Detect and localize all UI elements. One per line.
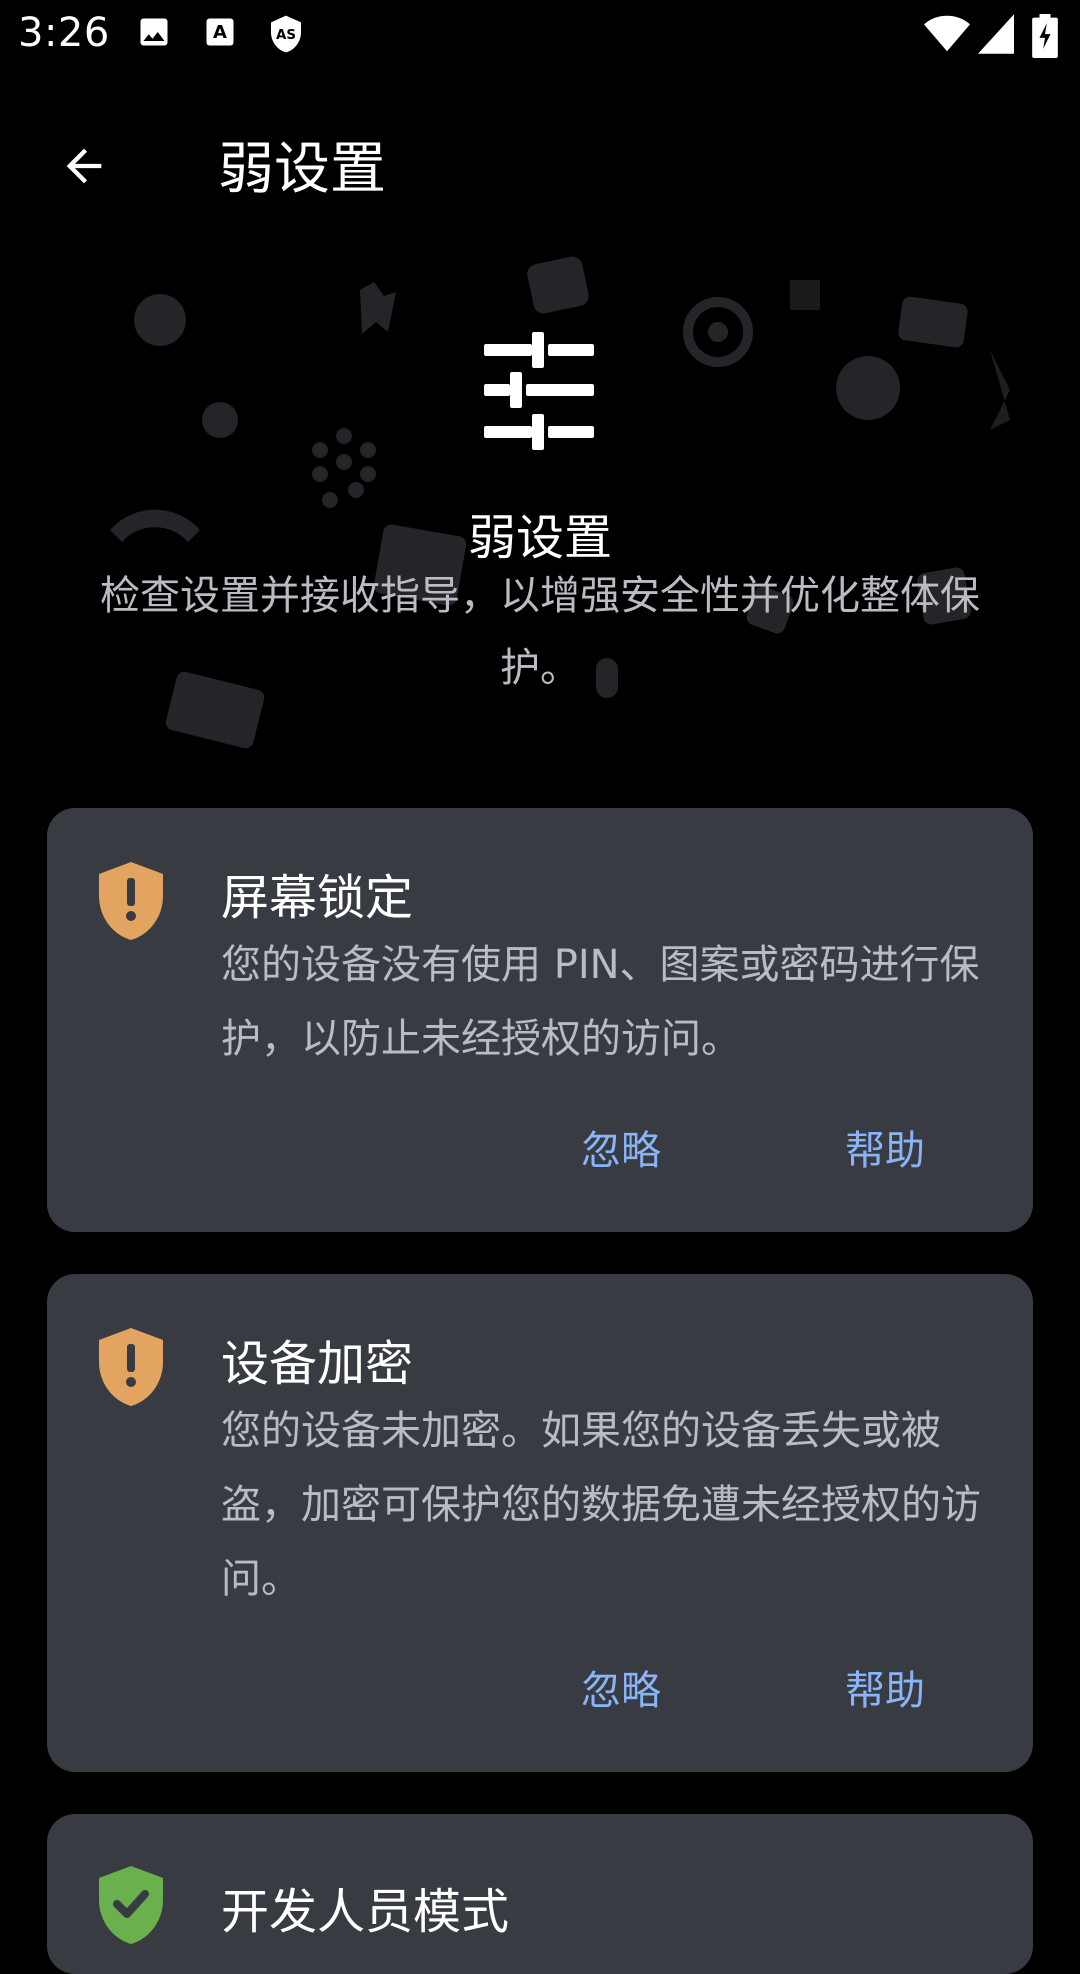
card-title: 屏幕锁定 (221, 870, 414, 926)
hero-title: 弱设置 (467, 510, 612, 566)
card-device-encryption: 设备加密 您的设备未加密。如果您的设备丢失或被盗，加密可保护您的数据免遭未经授权… (47, 1274, 1033, 1772)
card-description: 您的设备未加密。如果您的设备丢失或被盗，加密可保护您的数据免遭未经授权的访问。 (221, 1408, 981, 1602)
help-button[interactable]: 帮助 (825, 1110, 945, 1184)
text-a-icon: A (202, 14, 238, 54)
tune-sliders-icon (480, 332, 600, 456)
ignore-button[interactable]: 忽略 (561, 1650, 681, 1724)
back-button[interactable] (44, 126, 124, 206)
card-developer-mode: 开发人员模式 (47, 1814, 1033, 1974)
hero-description: 检查设置并接收指导，以增强安全性并优化整体保护。 (100, 573, 980, 691)
card-screen-lock: 屏幕锁定 您的设备没有使用 PIN、图案或密码进行保护，以防止未经授权的访问。 … (47, 808, 1033, 1232)
help-button[interactable]: 帮助 (825, 1650, 945, 1724)
hero-section: 弱设置 检查设置并接收指导，以增强安全性并优化整体保护。 (0, 240, 1080, 760)
svg-text:A: A (213, 22, 227, 43)
warning-shield-icon (99, 862, 163, 940)
image-icon (136, 14, 172, 54)
status-time: 3:26 (18, 10, 110, 56)
app-bar: 弱设置 (0, 72, 1080, 240)
page-title: 弱设置 (218, 137, 386, 202)
card-title: 设备加密 (221, 1336, 414, 1392)
battery-charging-icon (1032, 14, 1058, 62)
wifi-icon (924, 14, 970, 58)
status-bar: 3:26 A AS (0, 0, 1080, 72)
arrow-back-icon (66, 148, 102, 184)
check-shield-icon (99, 1866, 163, 1944)
card-title: 开发人员模式 (221, 1884, 510, 1940)
signal-icon (978, 14, 1014, 58)
warning-shield-icon (99, 1328, 163, 1406)
as-shield-icon: AS (266, 14, 306, 58)
svg-text:AS: AS (276, 28, 296, 43)
ignore-button[interactable]: 忽略 (561, 1110, 681, 1184)
card-description: 您的设备没有使用 PIN、图案或密码进行保护，以防止未经授权的访问。 (221, 942, 980, 1062)
